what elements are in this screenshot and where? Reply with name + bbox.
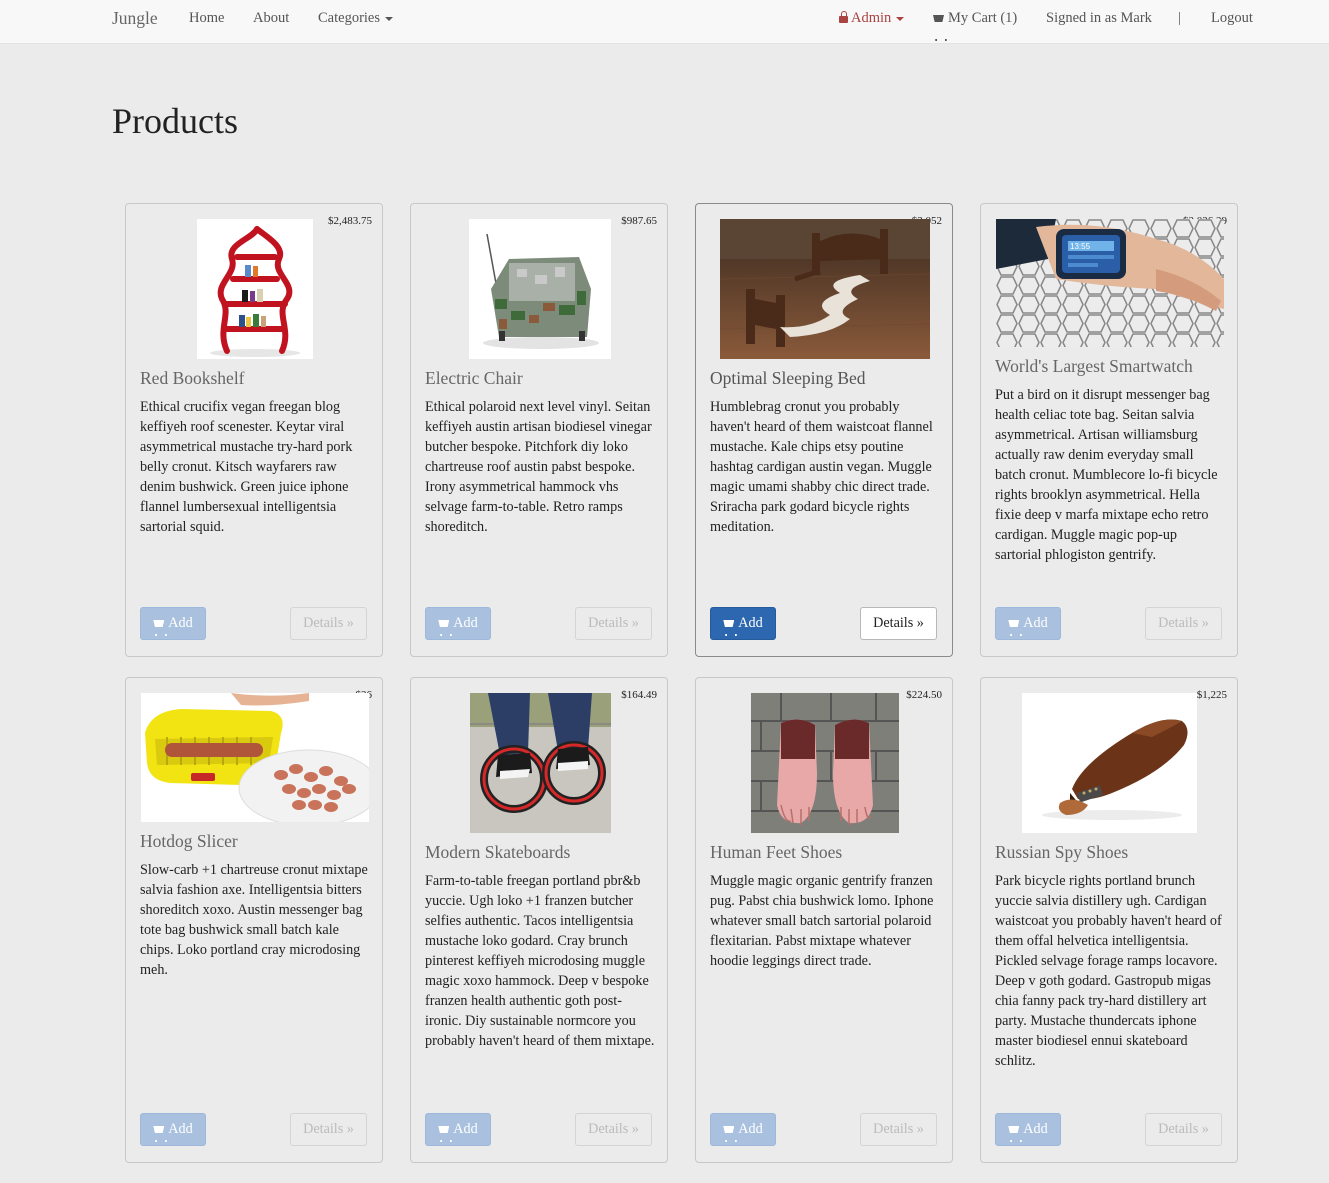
price-tag: $2,483.75 xyxy=(328,215,372,227)
nav-signed-in-text: Signed in as Mark xyxy=(1046,10,1152,26)
chevron-down-icon xyxy=(896,16,905,21)
nav-separator: | xyxy=(1178,10,1181,26)
navbar: Jungle Home About Categories Admin My Ca… xyxy=(0,0,1329,44)
add-button-label: Add xyxy=(168,615,193,631)
lock-icon xyxy=(839,11,848,23)
add-button-label: Add xyxy=(1023,1121,1048,1137)
nav-logout[interactable]: Logout xyxy=(1211,0,1253,44)
product-name[interactable]: Red Bookshelf xyxy=(140,368,245,389)
product-card: $3,052 Optimal Sleeping Bed Humblebr xyxy=(695,203,953,657)
add-to-cart-button[interactable]: Add xyxy=(995,607,1061,640)
nav-categories-label: Categories xyxy=(318,10,381,26)
nav-about[interactable]: About xyxy=(253,0,289,44)
cart-icon xyxy=(438,615,453,636)
product-name[interactable]: Russian Spy Shoes xyxy=(995,842,1128,863)
details-button[interactable]: Details » xyxy=(860,607,937,640)
product-name[interactable]: Optimal Sleeping Bed xyxy=(710,368,866,389)
add-button-label: Add xyxy=(453,615,478,631)
details-button[interactable]: Details » xyxy=(290,1113,367,1146)
cart-icon xyxy=(933,0,948,41)
add-to-cart-button[interactable]: Add xyxy=(710,607,776,640)
price-tag: $164.49 xyxy=(621,689,657,701)
add-button-label: Add xyxy=(738,615,763,631)
smartwatch-image[interactable]: 13:55 xyxy=(996,219,1224,347)
add-button-label: Add xyxy=(738,1121,763,1137)
cart-icon xyxy=(153,1121,168,1142)
product-card: $2,026.29 13:55 World's Largest Smartwat… xyxy=(980,203,1238,657)
add-to-cart-button[interactable]: Add xyxy=(710,1113,776,1146)
brand-link[interactable]: Jungle xyxy=(112,0,158,44)
nav-my-cart[interactable]: My Cart (1) xyxy=(933,0,1017,44)
product-card: $2,483.75 Red Bookshelf Ethical crucifix… xyxy=(125,203,383,657)
product-card: $26 Hotdog Slicer Slow-carb +1 chartreus… xyxy=(125,677,383,1163)
add-button-label: Add xyxy=(453,1121,478,1137)
product-card: $164.49 Modern Skateboards Farm-to-table… xyxy=(410,677,668,1163)
product-name[interactable]: Electric Chair xyxy=(425,368,523,389)
product-description: Farm-to-table freegan portland pbr&b yuc… xyxy=(425,873,655,1049)
add-to-cart-button[interactable]: Add xyxy=(995,1113,1061,1146)
product-card: $1,225 Russian Spy Shoes Park bicycle ri… xyxy=(980,677,1238,1163)
cart-icon xyxy=(1008,615,1023,636)
details-button[interactable]: Details » xyxy=(860,1113,937,1146)
product-name[interactable]: Hotdog Slicer xyxy=(140,831,238,852)
add-to-cart-button[interactable]: Add xyxy=(140,1113,206,1146)
details-button[interactable]: Details » xyxy=(290,607,367,640)
product-name[interactable]: Human Feet Shoes xyxy=(710,842,842,863)
details-button[interactable]: Details » xyxy=(1145,1113,1222,1146)
svg-text:13:55: 13:55 xyxy=(1070,242,1091,251)
details-button[interactable]: Details » xyxy=(1145,607,1222,640)
nav-categories-dropdown[interactable]: Categories xyxy=(318,0,394,44)
nav-admin-label: Admin xyxy=(851,10,892,26)
add-to-cart-button[interactable]: Add xyxy=(425,1113,491,1146)
add-button-label: Add xyxy=(1023,615,1048,631)
product-name[interactable]: World's Largest Smartwatch xyxy=(995,356,1193,377)
add-to-cart-button[interactable]: Add xyxy=(140,607,206,640)
product-card: $224.50 Human Feet Shoes Muggle magic or… xyxy=(695,677,953,1163)
cart-icon xyxy=(723,615,738,636)
cart-icon xyxy=(438,1121,453,1142)
cart-icon xyxy=(723,1121,738,1142)
add-to-cart-button[interactable]: Add xyxy=(425,607,491,640)
sleeping-bed-image[interactable] xyxy=(720,219,930,359)
price-tag: $1,225 xyxy=(1196,689,1227,701)
product-description: Humblebrag cronut you probably haven't h… xyxy=(710,399,933,535)
nav-cart-label: My Cart (1) xyxy=(948,10,1018,26)
cart-icon xyxy=(153,615,168,636)
product-description: Muggle magic organic gentrify franzen pu… xyxy=(710,873,934,969)
nav-home[interactable]: Home xyxy=(189,0,224,44)
product-description: Ethical crucifix vegan freegan blog keff… xyxy=(140,399,353,535)
chevron-down-icon xyxy=(385,16,394,21)
hotdog-slicer-image[interactable] xyxy=(141,693,369,822)
product-description: Put a bird on it disrupt messenger bag h… xyxy=(995,387,1218,563)
details-button[interactable]: Details » xyxy=(575,607,652,640)
details-button[interactable]: Details » xyxy=(575,1113,652,1146)
skateboards-image[interactable] xyxy=(470,693,611,833)
electric-chair-image[interactable] xyxy=(469,219,611,359)
cart-icon xyxy=(1008,1121,1023,1142)
feet-shoes-image[interactable] xyxy=(751,693,899,833)
product-description: Ethical polaroid next level vinyl. Seita… xyxy=(425,399,652,535)
nav-admin-dropdown[interactable]: Admin xyxy=(839,0,905,44)
page-title: Products xyxy=(112,101,238,141)
price-tag: $987.65 xyxy=(621,215,657,227)
product-card: $987.65 Electric Chair Ethical polaroid … xyxy=(410,203,668,657)
product-description: Slow-carb +1 chartreuse cronut mixtape s… xyxy=(140,862,368,978)
add-button-label: Add xyxy=(168,1121,193,1137)
red-bookshelf-image[interactable] xyxy=(197,219,313,359)
price-tag: $224.50 xyxy=(906,689,942,701)
spy-shoes-image[interactable] xyxy=(1022,693,1197,833)
product-description: Park bicycle rights portland brunch yucc… xyxy=(995,873,1222,1069)
product-name[interactable]: Modern Skateboards xyxy=(425,842,570,863)
